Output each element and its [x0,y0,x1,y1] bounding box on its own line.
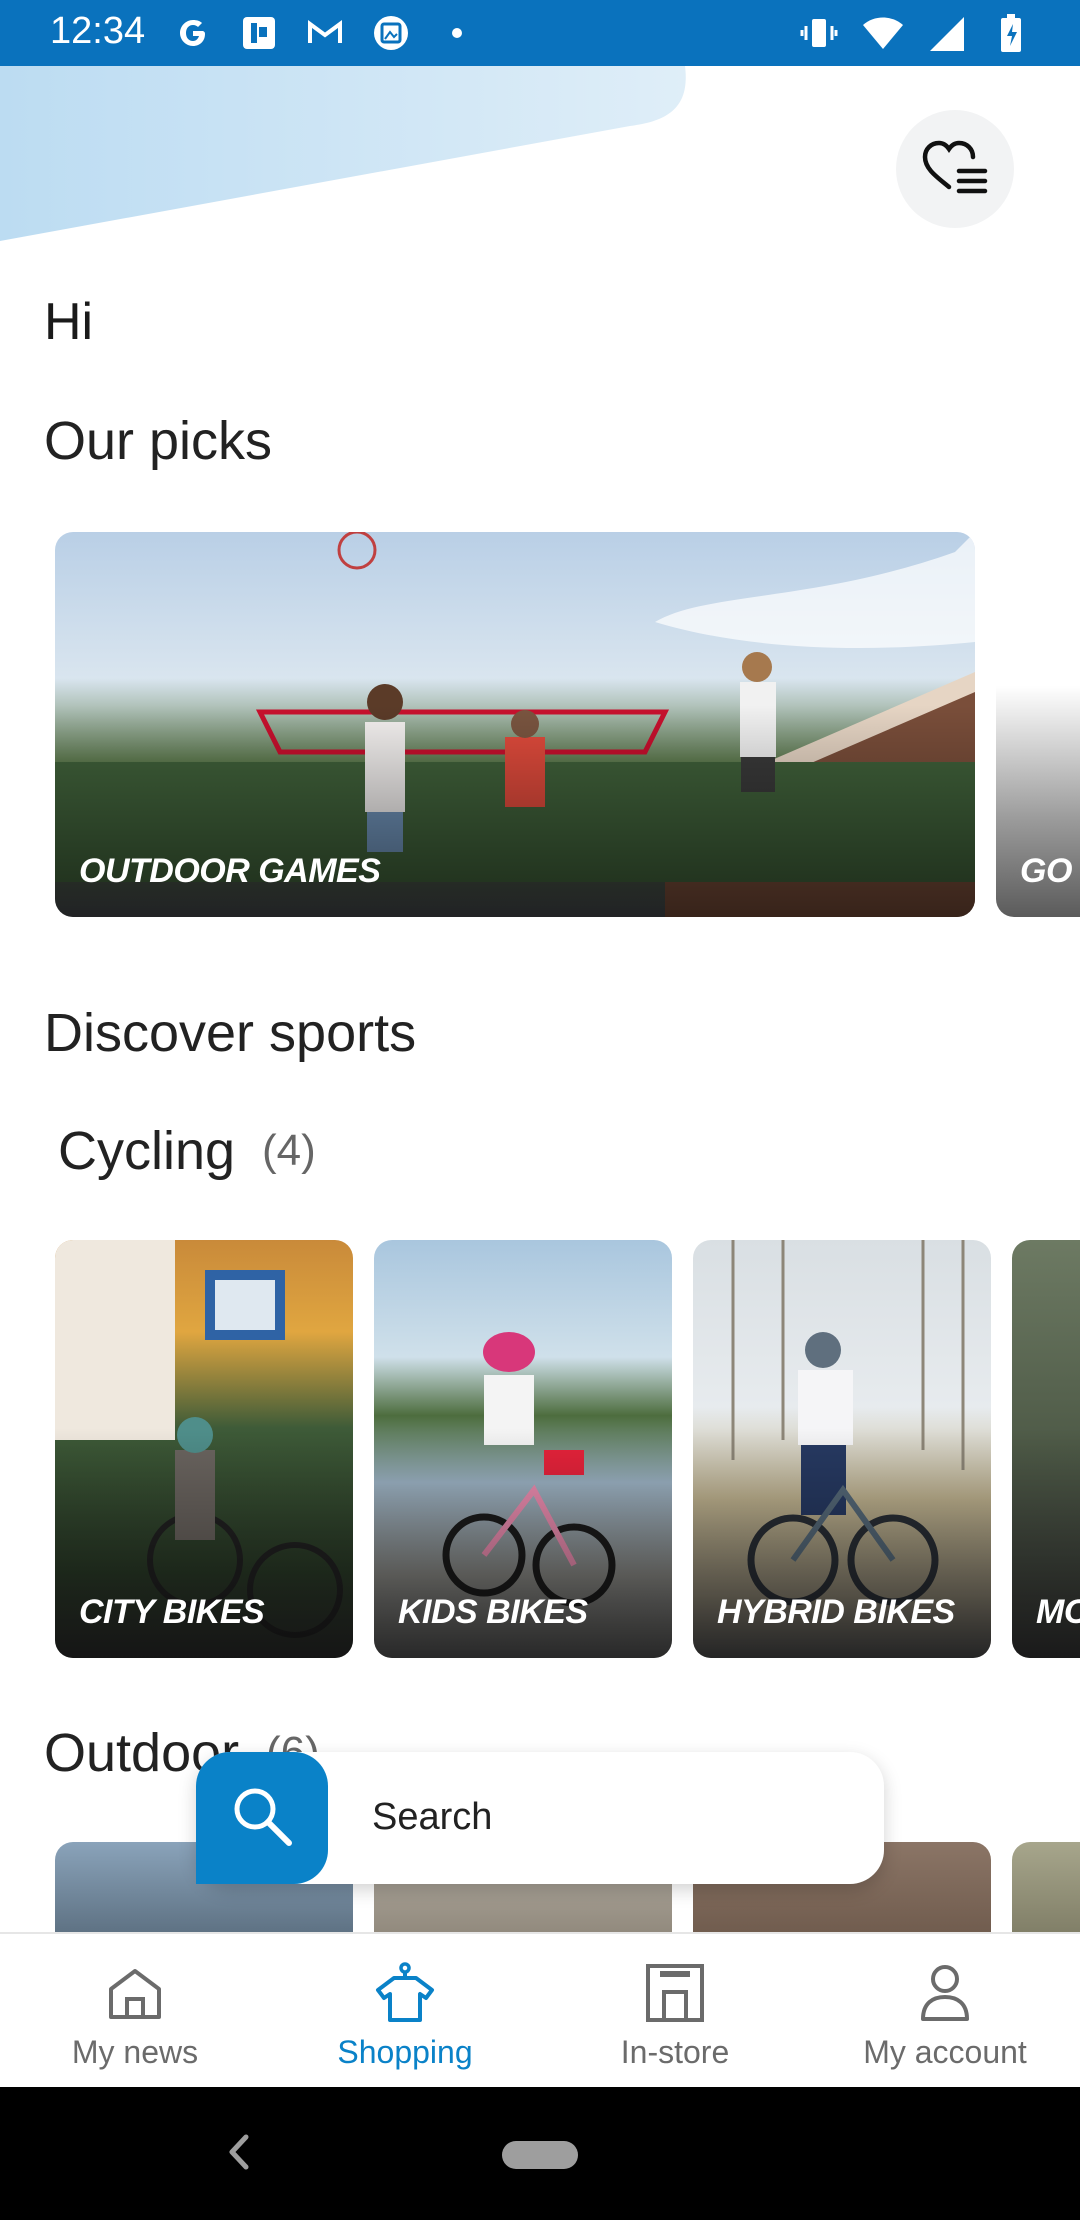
discover-sports-title: Discover sports [44,1003,417,1063]
our-picks-title: Our picks [44,411,273,471]
nav-item-my-account[interactable]: My account [810,1934,1080,2089]
outdoor-card[interactable] [1012,1842,1080,1942]
search-placeholder: Search [372,1796,493,1838]
gmail-icon [304,12,346,54]
status-bar: 12:34 [0,0,1080,66]
shirt-icon [374,1962,436,2024]
category-card-kids-bikes[interactable]: KIDS BIKES [374,1240,672,1658]
category-card-hybrid-bikes[interactable]: HYBRID BIKES [693,1240,991,1658]
nav-item-shopping[interactable]: Shopping [270,1934,540,2089]
category-card-more[interactable]: MO [1012,1240,1080,1658]
nav-label: In-store [620,2034,730,2070]
dot-icon [436,12,478,54]
home-pill[interactable] [502,2141,578,2169]
cycling-title: Cycling [58,1121,236,1181]
google-icon [172,12,214,54]
card-label: OUTDOOR GAMES [79,852,381,890]
search-button[interactable] [196,1752,328,1884]
pick-card-outdoor-games[interactable]: OUTDOOR GAMES [55,532,975,917]
home-icon [104,1962,166,2024]
search-bar[interactable]: Search [196,1752,884,1884]
battery-charging-icon [990,12,1032,54]
category-card-city-bikes[interactable]: CITY BIKES [55,1240,353,1658]
card-label: KIDS BIKES [398,1593,588,1631]
app-icon [238,12,280,54]
greeting: Hi [44,293,94,351]
card-label: MO [1036,1593,1080,1631]
user-icon [914,1962,976,2024]
card-label: CITY BIKES [79,1593,265,1631]
pick-card-next[interactable]: GO F [996,532,1080,917]
signal-icon [926,12,968,54]
photo-icon [370,12,412,54]
card-label: GO F [1020,852,1080,890]
search-icon [227,1781,297,1856]
nav-item-in-store[interactable]: In-store [540,1934,810,2089]
nav-label: My account [863,2034,1027,2070]
nav-label: My news [71,2034,199,2070]
header-decoration [0,66,686,241]
status-time: 12:34 [50,10,146,52]
back-icon[interactable] [222,2127,256,2182]
nav-label: Shopping [337,2034,473,2070]
wishlist-button[interactable] [896,110,1014,228]
system-icons [798,12,1032,54]
notification-icons [172,12,478,54]
wifi-icon [862,12,904,54]
bottom-nav: My news Shopping In-store My account [0,1932,1080,2087]
card-label: HYBRID BIKES [717,1593,955,1631]
heart-list-icon [919,137,991,202]
cycling-count: (4) [262,1126,316,1175]
vibrate-icon [798,12,840,54]
store-icon [644,1962,706,2024]
system-nav-bar [0,2087,1080,2220]
nav-item-my-news[interactable]: My news [0,1934,270,2089]
